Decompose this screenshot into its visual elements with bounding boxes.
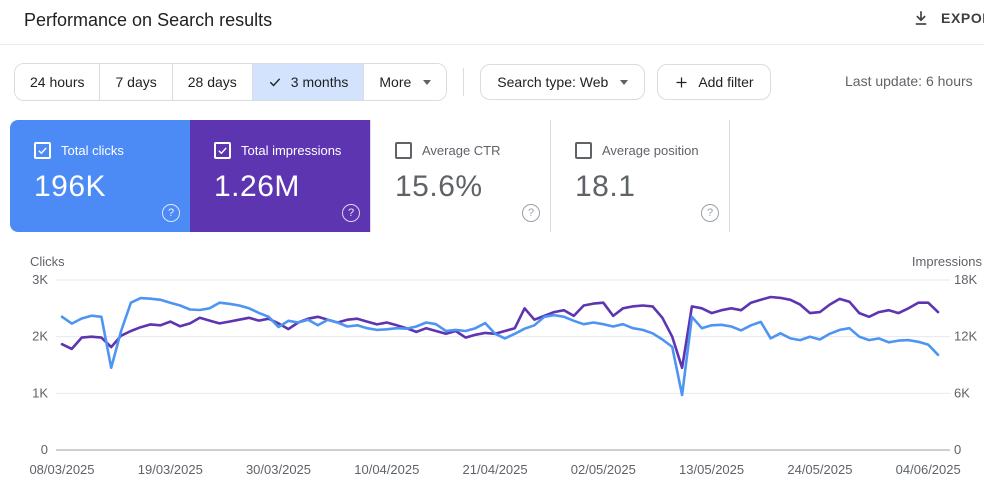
metric-card-average-position[interactable]: Average position 18.1 ? xyxy=(550,120,730,232)
date-range-3-months[interactable]: 3 months xyxy=(251,64,364,100)
metric-label: Total impressions xyxy=(241,143,342,158)
help-icon[interactable]: ? xyxy=(342,204,360,222)
more-button[interactable]: More xyxy=(363,64,447,100)
checkbox-unchecked-icon[interactable] xyxy=(395,142,412,159)
checkbox-unchecked-icon[interactable] xyxy=(575,142,592,159)
date-range-label: 24 hours xyxy=(30,74,85,90)
more-label: More xyxy=(379,74,412,90)
left-axis-tick: 2K xyxy=(32,329,48,344)
x-axis-label: 24/05/2025 xyxy=(787,462,852,477)
date-range-label: 3 months xyxy=(290,74,349,90)
performance-chart[interactable]: 0 0 1K 6K 2K 12K 3K 18K Clicks Impressions 08/03/2… xyxy=(0,248,984,484)
x-axis-label: 02/05/2025 xyxy=(571,462,636,477)
right-axis-tick: 18K xyxy=(954,272,977,287)
x-axis-label: 10/04/2025 xyxy=(354,462,419,477)
download-icon xyxy=(912,9,930,27)
checkbox-checked-icon[interactable] xyxy=(34,142,51,159)
toolbar-divider xyxy=(463,68,465,96)
metric-label: Total clicks xyxy=(61,143,124,158)
header-divider xyxy=(0,44,984,45)
right-axis-tick: 6K xyxy=(954,385,970,400)
last-update-text: Last update: 6 hours xyxy=(845,73,973,89)
chevron-down-icon xyxy=(620,79,629,85)
left-axis-tick: 3K xyxy=(32,272,48,287)
metric-value: 196K xyxy=(34,170,107,203)
x-axis-label: 04/06/2025 xyxy=(896,462,961,477)
search-type-filter[interactable]: Search type: Web xyxy=(480,64,646,100)
left-axis-title: Clicks xyxy=(30,254,65,269)
metric-value: 1.26M xyxy=(214,170,300,203)
x-axis-label: 13/05/2025 xyxy=(679,462,744,477)
right-axis-tick: 12K xyxy=(954,329,977,344)
metric-value: 15.6% xyxy=(395,170,483,203)
toolbar: 24 hours 7 days 28 days 3 months More Se… xyxy=(14,63,783,101)
page-title: Performance on Search results xyxy=(24,10,273,30)
x-axis-label: 19/03/2025 xyxy=(138,462,203,477)
help-icon[interactable]: ? xyxy=(162,204,180,222)
impressions-line[interactable] xyxy=(60,295,940,370)
card-header: Total clicks xyxy=(34,142,190,159)
export-label: EXPORT xyxy=(941,10,984,26)
checkbox-checked-icon[interactable] xyxy=(214,142,231,159)
left-axis-tick: 1K xyxy=(32,385,48,400)
x-axis-label: 08/03/2025 xyxy=(29,462,94,477)
metric-label: Average position xyxy=(602,143,699,158)
performance-page: Performance on Search results EXPORT 24 … xyxy=(0,0,984,484)
export-button[interactable]: EXPORT xyxy=(912,3,984,33)
right-axis-tick: 0 xyxy=(954,442,961,457)
date-range-28-days[interactable]: 28 days xyxy=(171,64,252,100)
date-range-group: 24 hours 7 days 28 days 3 months More xyxy=(14,63,448,101)
x-axis-label: 30/03/2025 xyxy=(246,462,311,477)
help-icon[interactable]: ? xyxy=(701,204,719,222)
plus-icon xyxy=(674,75,689,90)
metric-card-total-impressions[interactable]: Total impressions 1.26M ? xyxy=(190,120,370,232)
metric-cards: Total clicks 196K ? Total impressions 1.… xyxy=(10,120,730,232)
card-header: Average CTR xyxy=(395,142,550,159)
add-filter-label: Add filter xyxy=(698,74,754,90)
x-axis-label: 21/04/2025 xyxy=(463,462,528,477)
left-axis-tick: 0 xyxy=(41,442,48,457)
metric-value: 18.1 xyxy=(575,170,636,203)
card-header: Average position xyxy=(575,142,729,159)
help-icon[interactable]: ? xyxy=(522,204,540,222)
add-filter-button[interactable]: Add filter xyxy=(657,64,771,100)
search-type-label: Search type: Web xyxy=(497,74,609,90)
clicks-line[interactable] xyxy=(60,296,940,397)
check-icon xyxy=(268,75,282,89)
right-axis-title: Impressions xyxy=(912,254,983,269)
metric-card-total-clicks[interactable]: Total clicks 196K ? xyxy=(10,120,190,232)
date-range-7-days[interactable]: 7 days xyxy=(99,64,172,100)
card-header: Total impressions xyxy=(214,142,370,159)
date-range-24-hours[interactable]: 24 hours xyxy=(15,64,100,100)
date-range-label: 28 days xyxy=(187,74,237,90)
date-range-label: 7 days xyxy=(115,74,157,90)
chevron-down-icon xyxy=(423,79,432,85)
metric-label: Average CTR xyxy=(422,143,501,158)
metric-card-average-ctr[interactable]: Average CTR 15.6% ? xyxy=(370,120,550,232)
